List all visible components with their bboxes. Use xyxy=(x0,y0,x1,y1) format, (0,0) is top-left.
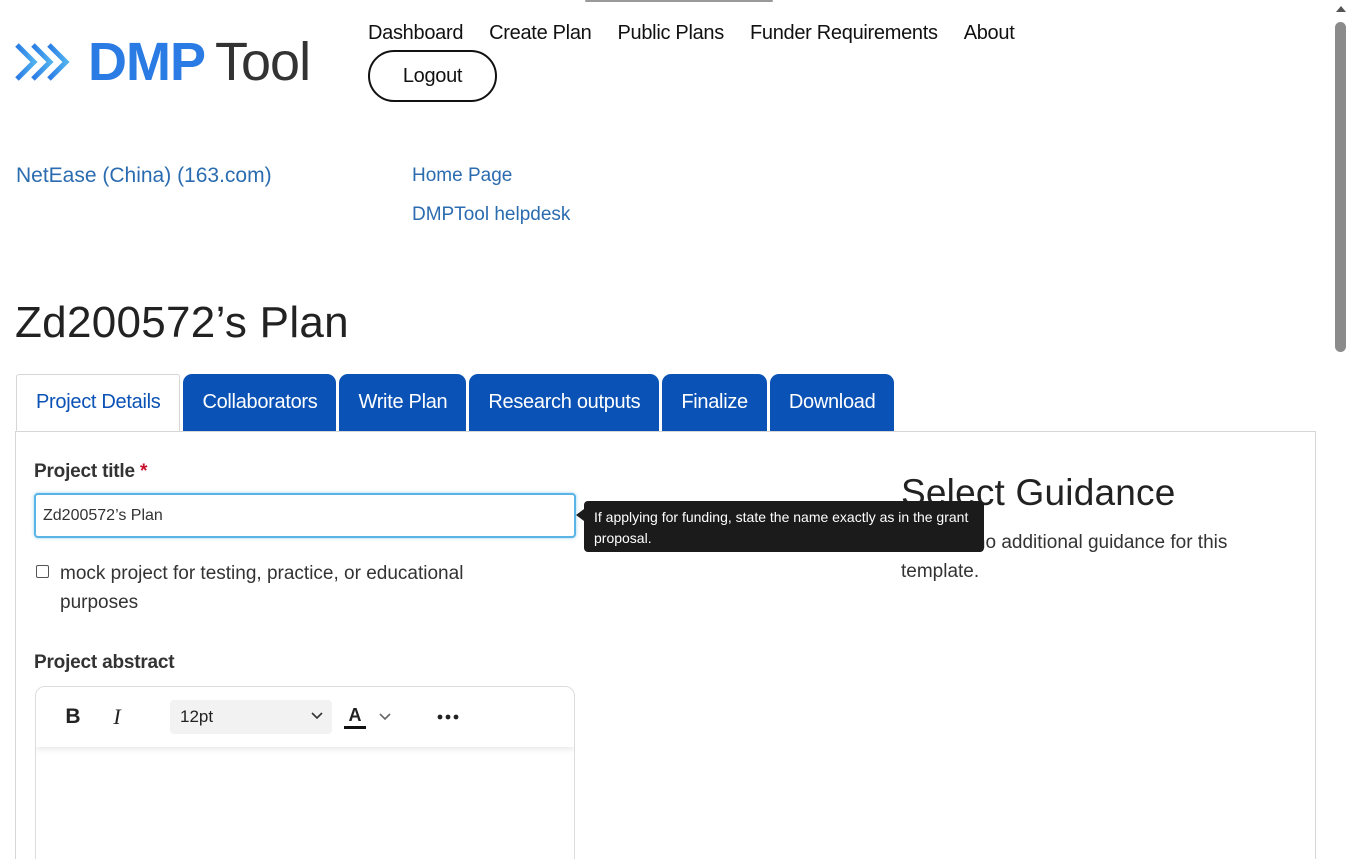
nav-dashboard[interactable]: Dashboard xyxy=(368,22,463,45)
plan-tabs: Project Details Collaborators Write Plan… xyxy=(16,374,897,431)
scrollbar-thumb[interactable] xyxy=(1335,22,1346,352)
nav-funder-requirements[interactable]: Funder Requirements xyxy=(750,22,938,45)
tab-download[interactable]: Download xyxy=(769,374,895,431)
project-title-tooltip: If applying for funding, state the name … xyxy=(584,501,984,552)
text-color-dropdown[interactable] xyxy=(376,702,394,732)
helpdesk-link[interactable]: DMPTool helpdesk xyxy=(412,203,570,226)
text-color-icon: A xyxy=(348,704,362,725)
logo-dmp: DMP xyxy=(88,32,206,92)
tab-write-plan[interactable]: Write Plan xyxy=(339,374,467,431)
text-color-button[interactable]: A xyxy=(342,702,368,732)
font-size-value: 12pt xyxy=(180,707,214,726)
page-title: Zd200572’s Plan xyxy=(15,298,349,347)
dmptool-logo[interactable]: DMP Tool xyxy=(14,30,344,94)
mock-project-checkbox[interactable] xyxy=(36,565,49,578)
abstract-editor[interactable]: B I 12pt A xyxy=(35,686,575,859)
chevron-down-icon xyxy=(311,712,323,720)
project-abstract-label: Project abstract xyxy=(34,652,175,673)
editor-toolbar: B I 12pt A xyxy=(36,687,574,747)
project-title-input[interactable] xyxy=(34,493,576,538)
tab-finalize[interactable]: Finalize xyxy=(662,374,767,431)
viewport: DMP Tool Dashboard Create Plan Public Pla… xyxy=(0,0,1350,859)
tooltip-arrow xyxy=(576,509,584,521)
tab-research-outputs[interactable]: Research outputs xyxy=(469,374,660,431)
scroll-up-arrow-icon[interactable] xyxy=(1336,6,1346,12)
org-name-link[interactable]: NetEase (China) (163.com) xyxy=(16,164,272,188)
logo-wordmark: DMP Tool xyxy=(88,31,311,93)
ellipsis-icon xyxy=(437,714,459,720)
tab-project-details[interactable]: Project Details xyxy=(16,374,181,431)
font-size-select[interactable]: 12pt xyxy=(170,700,332,734)
logout-button[interactable]: Logout xyxy=(368,50,497,102)
text-color-swatch xyxy=(344,725,366,729)
mock-project-label[interactable]: mock project for testing, practice, or e… xyxy=(60,559,540,617)
nav-about[interactable]: About xyxy=(964,22,1015,45)
main-nav: Dashboard Create Plan Public Plans Funde… xyxy=(368,22,1040,45)
more-options-button[interactable] xyxy=(434,702,462,732)
required-marker: * xyxy=(139,461,148,482)
bold-button[interactable]: B xyxy=(58,702,88,732)
tab-collaborators[interactable]: Collaborators xyxy=(183,374,337,431)
window-drag-indicator xyxy=(585,0,773,2)
italic-button[interactable]: I xyxy=(102,702,132,732)
double-chevron-right-icon xyxy=(15,43,70,81)
nav-public-plans[interactable]: Public Plans xyxy=(617,22,724,45)
project-title-label-text: Project title xyxy=(34,461,135,482)
nav-create-plan[interactable]: Create Plan xyxy=(489,22,592,45)
chevron-down-icon xyxy=(379,713,391,721)
logo-tool: Tool xyxy=(215,32,311,92)
project-title-label: Project title * xyxy=(34,461,147,483)
home-page-link[interactable]: Home Page xyxy=(412,164,570,187)
org-links: Home Page DMPTool helpdesk xyxy=(412,164,570,242)
